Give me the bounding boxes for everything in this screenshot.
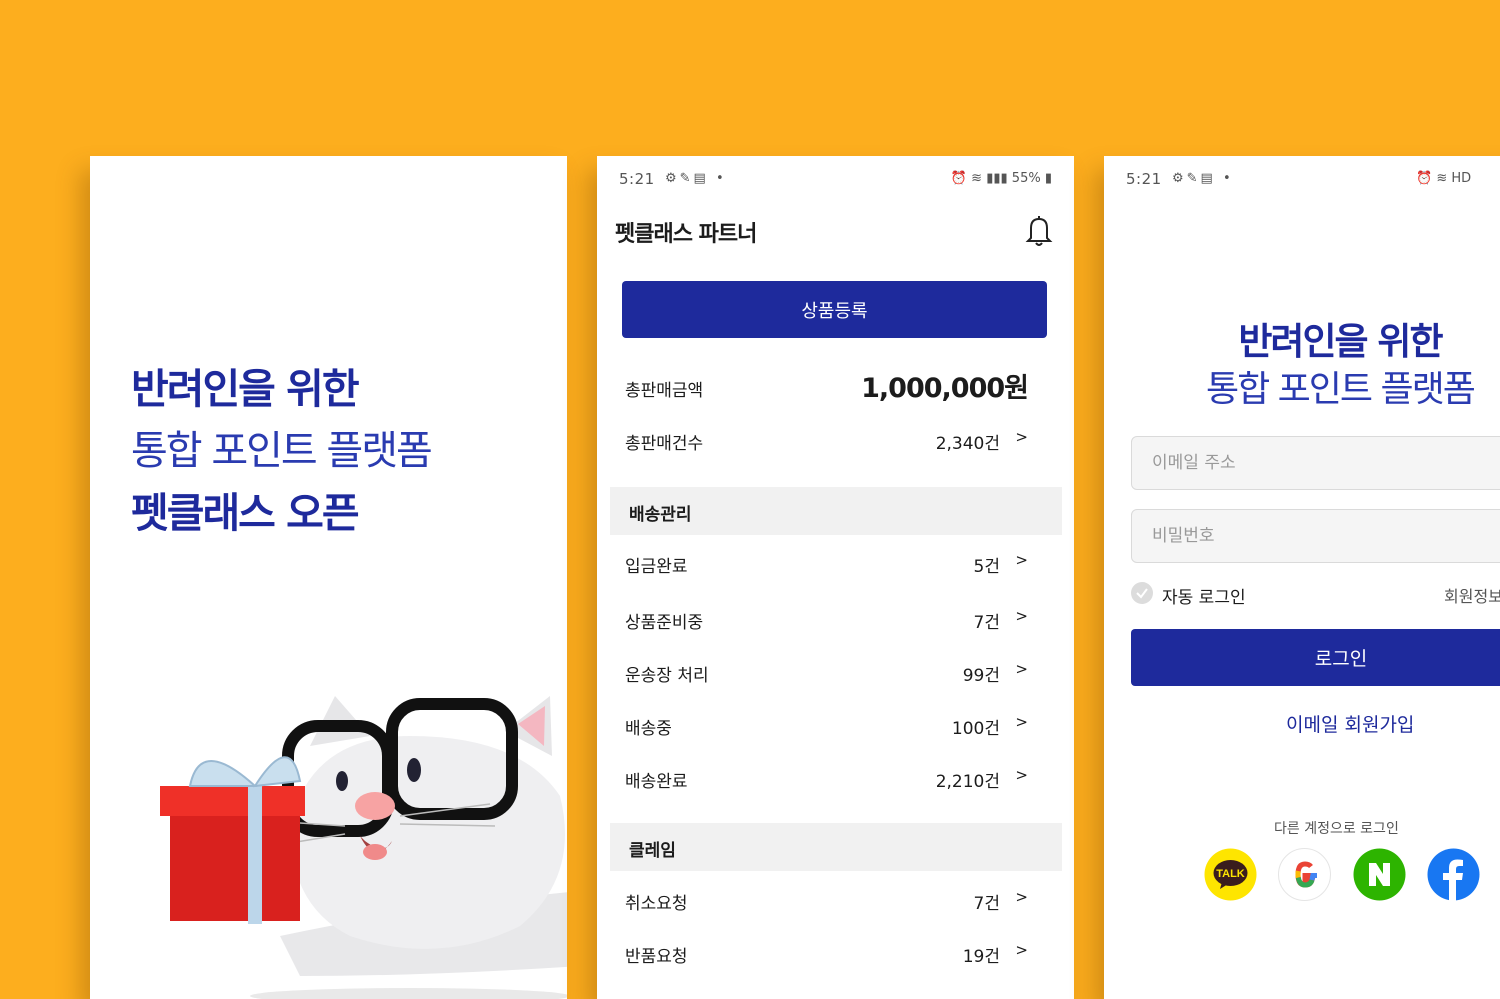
row-label: 배송완료 <box>625 772 688 792</box>
partner-dashboard-screen: 5:21 ⚙✎▤ • ⏰ ≋ ▮▮▮ 55% ▮ 펫클래스 파트너 상품등록 총… <box>597 156 1074 999</box>
delivery-section-header: 배송관리 <box>610 487 1062 535</box>
status-right-icons: ⏰ ≋ HD <box>1416 171 1472 186</box>
row-value: 2,210건 <box>935 772 1000 792</box>
promo-text: 반려인을 위한 통합 포인트 플랫폼 펫클래스 오픈 <box>131 358 433 544</box>
status-time: 5:21 <box>1126 170 1162 188</box>
promo-screen: 반려인을 위한 통합 포인트 플랫폼 펫클래스 오픈 <box>90 156 567 999</box>
promo-line-2: 통합 포인트 플랫폼 <box>131 428 433 474</box>
auto-login-label[interactable]: 자동 로그인 <box>1162 583 1246 608</box>
check-icon <box>1136 588 1148 599</box>
login-screen: 5:21 ⚙✎▤ • ⏰ ≋ HD 반려인을 위한 통합 포인트 플랫폼 자동 … <box>1104 156 1500 999</box>
total-sales-count-row[interactable]: 총판매건수 2,340건 > <box>625 425 1028 455</box>
chevron-right-icon: > <box>1015 607 1028 625</box>
row-label: 반품요청 <box>625 947 688 967</box>
kakao-login-button[interactable]: TALK <box>1204 848 1257 901</box>
row-label: 배송중 <box>625 719 672 739</box>
row-value: 100건 <box>951 719 1000 739</box>
row-label: 취소요청 <box>625 894 688 914</box>
kakao-talk-label: TALK <box>1216 868 1245 880</box>
naver-login-button[interactable] <box>1353 848 1406 901</box>
status-bar: 5:21 ⚙✎▤ • ⏰ ≋ ▮▮▮ 55% ▮ <box>597 170 1074 190</box>
row-label: 상품준비중 <box>625 613 704 633</box>
cat-with-gift-illustration <box>160 696 567 999</box>
delivery-row-preparing[interactable]: 상품준비중 7건 > <box>625 604 1028 634</box>
chevron-right-icon: > <box>1015 766 1028 784</box>
status-bar: 5:21 ⚙✎▤ • ⏰ ≋ HD <box>1104 170 1500 190</box>
status-notification-icons: ⚙✎▤ • <box>1172 171 1234 186</box>
chevron-right-icon: > <box>1015 888 1028 906</box>
login-hero: 반려인을 위한 통합 포인트 플랫폼 <box>1206 318 1476 414</box>
row-value: 7건 <box>973 613 1000 633</box>
claim-row-return[interactable]: 반품요청 19건 > <box>625 938 1028 968</box>
auto-login-checkbox[interactable] <box>1131 582 1153 604</box>
delivery-row-delivered[interactable]: 배송완료 2,210건 > <box>625 763 1028 793</box>
row-value: 99건 <box>962 666 1000 686</box>
chevron-right-icon: > <box>1015 660 1028 678</box>
status-notification-icons: ⚙✎▤ • <box>665 171 727 186</box>
row-label: 입금완료 <box>625 557 688 577</box>
delivery-row-waybill[interactable]: 운송장 처리 99건 > <box>625 657 1028 687</box>
claim-section-title: 클레임 <box>629 841 676 861</box>
other-login-label: 다른 계정으로 로그인 <box>1274 821 1399 837</box>
google-login-button[interactable] <box>1278 848 1331 901</box>
password-input[interactable] <box>1131 509 1500 563</box>
total-sales-amount-value: 1,000,000원 <box>861 373 1029 404</box>
chevron-right-icon: > <box>1015 941 1028 959</box>
login-button[interactable]: 로그인 <box>1131 629 1500 686</box>
total-sales-amount-row: 총판매금액 1,000,000원 <box>625 372 1029 404</box>
claim-row-cancel[interactable]: 취소요청 7건 > <box>625 885 1028 915</box>
row-value: 5건 <box>973 557 1000 577</box>
promo-line-3: 펫클래스 오픈 <box>131 489 360 537</box>
facebook-icon <box>1427 848 1480 901</box>
email-signup-link[interactable]: 이메일 회원가입 <box>1286 710 1414 737</box>
hero-line-2: 통합 포인트 플랫폼 <box>1206 369 1476 410</box>
delivery-row-shipping[interactable]: 배송중 100건 > <box>625 710 1028 740</box>
total-sales-amount-label: 총판매금액 <box>625 381 704 401</box>
total-sales-count-value: 2,340건 <box>935 434 1000 454</box>
row-label: 운송장 처리 <box>625 666 709 686</box>
row-value: 19건 <box>962 947 1000 967</box>
find-account-link[interactable]: 회원정보 <box>1444 583 1500 607</box>
battery-level: 55% <box>1011 171 1041 186</box>
register-product-button[interactable]: 상품등록 <box>622 281 1047 338</box>
claim-section-header: 클레임 <box>610 823 1062 871</box>
google-icon <box>1278 848 1331 901</box>
kakao-talk-icon: TALK <box>1204 848 1257 901</box>
status-right-icons: ⏰ ≋ ▮▮▮ 55% ▮ <box>950 171 1052 186</box>
email-input[interactable] <box>1131 436 1500 490</box>
promo-line-1: 반려인을 위한 <box>131 365 360 413</box>
facebook-login-button[interactable] <box>1427 848 1480 901</box>
chevron-right-icon: > <box>1015 551 1028 569</box>
chevron-right-icon: > <box>1015 713 1028 731</box>
app-title: 펫클래스 파트너 <box>615 222 757 247</box>
chevron-right-icon: > <box>1015 428 1028 446</box>
naver-icon <box>1353 848 1406 901</box>
status-time: 5:21 <box>619 170 655 188</box>
delivery-row-paid[interactable]: 입금완료 5건 > <box>625 548 1028 578</box>
total-sales-count-label: 총판매건수 <box>625 434 704 454</box>
hero-line-1: 반려인을 위한 <box>1238 320 1443 363</box>
bell-icon[interactable] <box>1023 214 1055 248</box>
row-value: 7건 <box>973 894 1000 914</box>
delivery-section-title: 배송관리 <box>629 505 692 525</box>
